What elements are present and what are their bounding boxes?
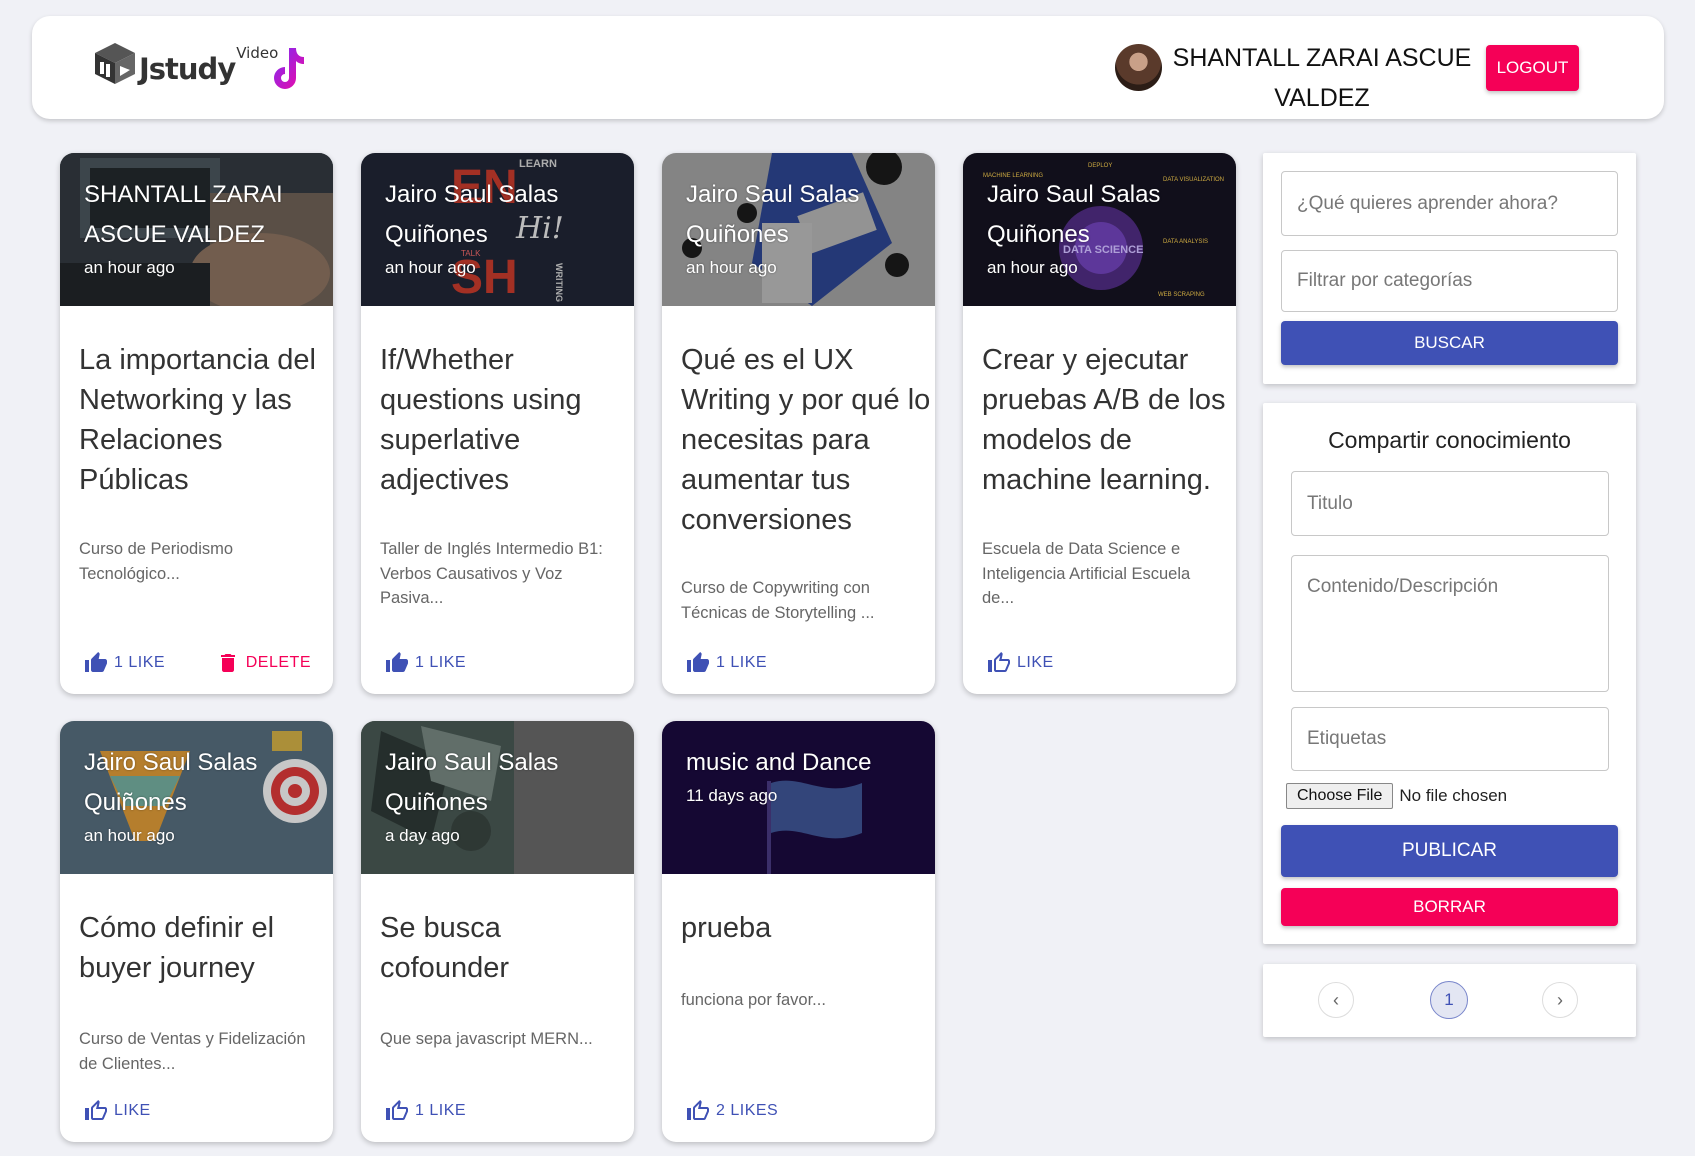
post-media[interactable]: SHANTALL ZARAI ASCUE VALDEZ an hour ago [60, 153, 333, 306]
post-time: an hour ago [987, 258, 1078, 277]
delete-label: DELETE [245, 654, 311, 671]
post-author: SHANTALL ZARAI ASCUE VALDEZ [84, 181, 283, 248]
trash-icon [220, 654, 235, 672]
post-time: an hour ago [84, 826, 175, 845]
post-author: Jairo Saul Salas Quiñones [385, 181, 559, 248]
file-upload: Choose File No file chosen [1286, 783, 1507, 809]
post-description: Curso de Ventas y Fidelización de Client… [79, 1030, 306, 1073]
page-number-button[interactable]: 1 [1430, 981, 1468, 1019]
delete-button[interactable]: DELETE [216, 651, 311, 675]
publish-button[interactable]: PUBLICAR [1281, 825, 1618, 877]
like-count: 2 LIKES [716, 1102, 779, 1119]
like-count: 1 LIKE [716, 654, 768, 671]
search-input[interactable] [1281, 171, 1618, 236]
tiktok-logo-icon [274, 48, 304, 89]
post-title: Qué es el UX Writing y por qué lo necesi… [681, 344, 931, 536]
app-header: Jstudy Video SHANTALL ZARAI ASCUE VALDEZ… [32, 16, 1664, 119]
like-count: 1 LIKE [114, 654, 166, 671]
post-time: an hour ago [686, 258, 777, 277]
post-title: La importancia del Networking y las Rela… [79, 344, 316, 496]
content-field[interactable] [1291, 555, 1609, 692]
post-card: MACHINE LEARNING DATA VISUALIZATION DATA… [963, 153, 1236, 694]
post-author: music and Dance [686, 749, 872, 776]
thumb-up-outline-icon [988, 652, 1010, 672]
logo-text: Jstudy [139, 52, 236, 86]
share-title: Compartir conocimiento [1328, 427, 1571, 453]
post-title: Cómo definir el buyer journey [79, 912, 275, 984]
like-button[interactable]: 1 LIKE [385, 1099, 466, 1123]
title-field[interactable] [1291, 471, 1609, 536]
like-button[interactable]: 2 LIKES [686, 1099, 778, 1123]
post-description: Escuela de Data Science e Inteligencia A… [982, 540, 1191, 607]
post-description: Taller de Inglés Intermedio B1: Verbos C… [380, 540, 603, 607]
user-name: SHANTALL ZARAI ASCUE VALDEZ [1172, 44, 1472, 112]
post-time: 11 days ago [686, 786, 778, 805]
search-button[interactable]: BUSCAR [1281, 321, 1618, 365]
post-author: Jairo Saul Salas Quiñones [686, 181, 860, 248]
post-card: SHANTALL ZARAI ASCUE VALDEZ an hour ago L… [60, 153, 333, 694]
post-time: a day ago [385, 826, 460, 845]
tags-field[interactable] [1291, 707, 1609, 771]
post-title: Crear y ejecutar pruebas A/B de los mode… [982, 344, 1226, 496]
post-media[interactable]: MACHINE LEARNING DATA VISUALIZATION DATA… [963, 153, 1236, 306]
thumb-up-outline-icon [85, 1100, 107, 1120]
post-time: an hour ago [84, 258, 175, 277]
like-count: LIKE [114, 1102, 151, 1119]
post-author: Jairo Saul Salas Quiñones [987, 181, 1161, 248]
like-count: 1 LIKE [415, 654, 467, 671]
clear-button[interactable]: BORRAR [1281, 888, 1618, 926]
post-author: Jairo Saul Salas Quiñones [385, 749, 559, 816]
app-logo[interactable]: Jstudy Video [92, 40, 278, 86]
post-description: Curso de Copywriting con Técnicas de Sto… [681, 579, 875, 622]
post-media[interactable]: Jairo Saul Salas Quiñones a day ago [361, 721, 634, 874]
file-status: No file chosen [1399, 786, 1508, 805]
like-count: 1 LIKE [415, 1102, 467, 1119]
post-description: funciona por favor... [681, 991, 826, 1009]
post-card: Jairo Saul Salas Quiñones an hour ago Qué… [662, 153, 935, 694]
choose-file-button[interactable]: Choose File [1286, 783, 1394, 809]
post-card: EN SH Hi! LEARN TALK WRITING Jairo Saul … [361, 153, 634, 694]
post-media[interactable]: music and Dance 11 days ago [662, 721, 935, 874]
thumb-up-outline-icon [687, 1100, 709, 1120]
search-panel: BUSCAR [1263, 153, 1636, 384]
chevron-right-icon: › [1557, 989, 1563, 1010]
post-title: prueba [681, 912, 772, 944]
thumb-up-filled-icon [85, 652, 107, 672]
thumb-up-outline-icon [386, 1100, 408, 1120]
post-card: Jairo Saul Salas Quiñones a day ago Se bu… [361, 721, 634, 1142]
previous-page-button[interactable]: ‹ [1318, 982, 1354, 1018]
like-button[interactable]: 1 LIKE [385, 651, 466, 675]
logout-button[interactable]: LOGOUT [1486, 45, 1579, 91]
cube-logo-icon [95, 43, 135, 84]
pagination-panel: ‹ 1 › [1263, 964, 1636, 1037]
post-description: Curso de Periodismo Tecnológico... [79, 540, 234, 583]
user-avatar[interactable] [1115, 44, 1162, 91]
thumb-up-filled-icon [687, 652, 709, 672]
like-button[interactable]: 1 LIKE [686, 651, 767, 675]
like-count: LIKE [1017, 654, 1054, 671]
post-media[interactable]: EN SH Hi! LEARN TALK WRITING Jairo Saul … [361, 153, 634, 306]
chevron-left-icon: ‹ [1333, 989, 1339, 1010]
post-media[interactable]: Jairo Saul Salas Quiñones an hour ago [662, 153, 935, 306]
post-title: Se busca cofounder [380, 912, 509, 984]
like-button[interactable]: LIKE [987, 651, 1054, 675]
post-time: an hour ago [385, 258, 476, 277]
like-button[interactable]: 1 LIKE [84, 651, 165, 675]
thumb-up-filled-icon [386, 652, 408, 672]
like-button[interactable]: LIKE [84, 1099, 151, 1123]
post-title: If/Whether questions using superlative a… [380, 344, 582, 496]
share-knowledge-panel: Compartir conocimiento Choose File No fi… [1263, 403, 1636, 944]
next-page-button[interactable]: › [1542, 982, 1578, 1018]
post-card: Jairo Saul Salas Quiñones an hour ago Cóm… [60, 721, 333, 1142]
post-author: Jairo Saul Salas Quiñones [84, 749, 258, 816]
post-media[interactable]: Jairo Saul Salas Quiñones an hour ago [60, 721, 333, 874]
category-filter-input[interactable] [1281, 250, 1618, 312]
post-card: music and Dance 11 days ago prueba funcio… [662, 721, 935, 1142]
post-description: Que sepa javascript MERN... [380, 1030, 593, 1048]
